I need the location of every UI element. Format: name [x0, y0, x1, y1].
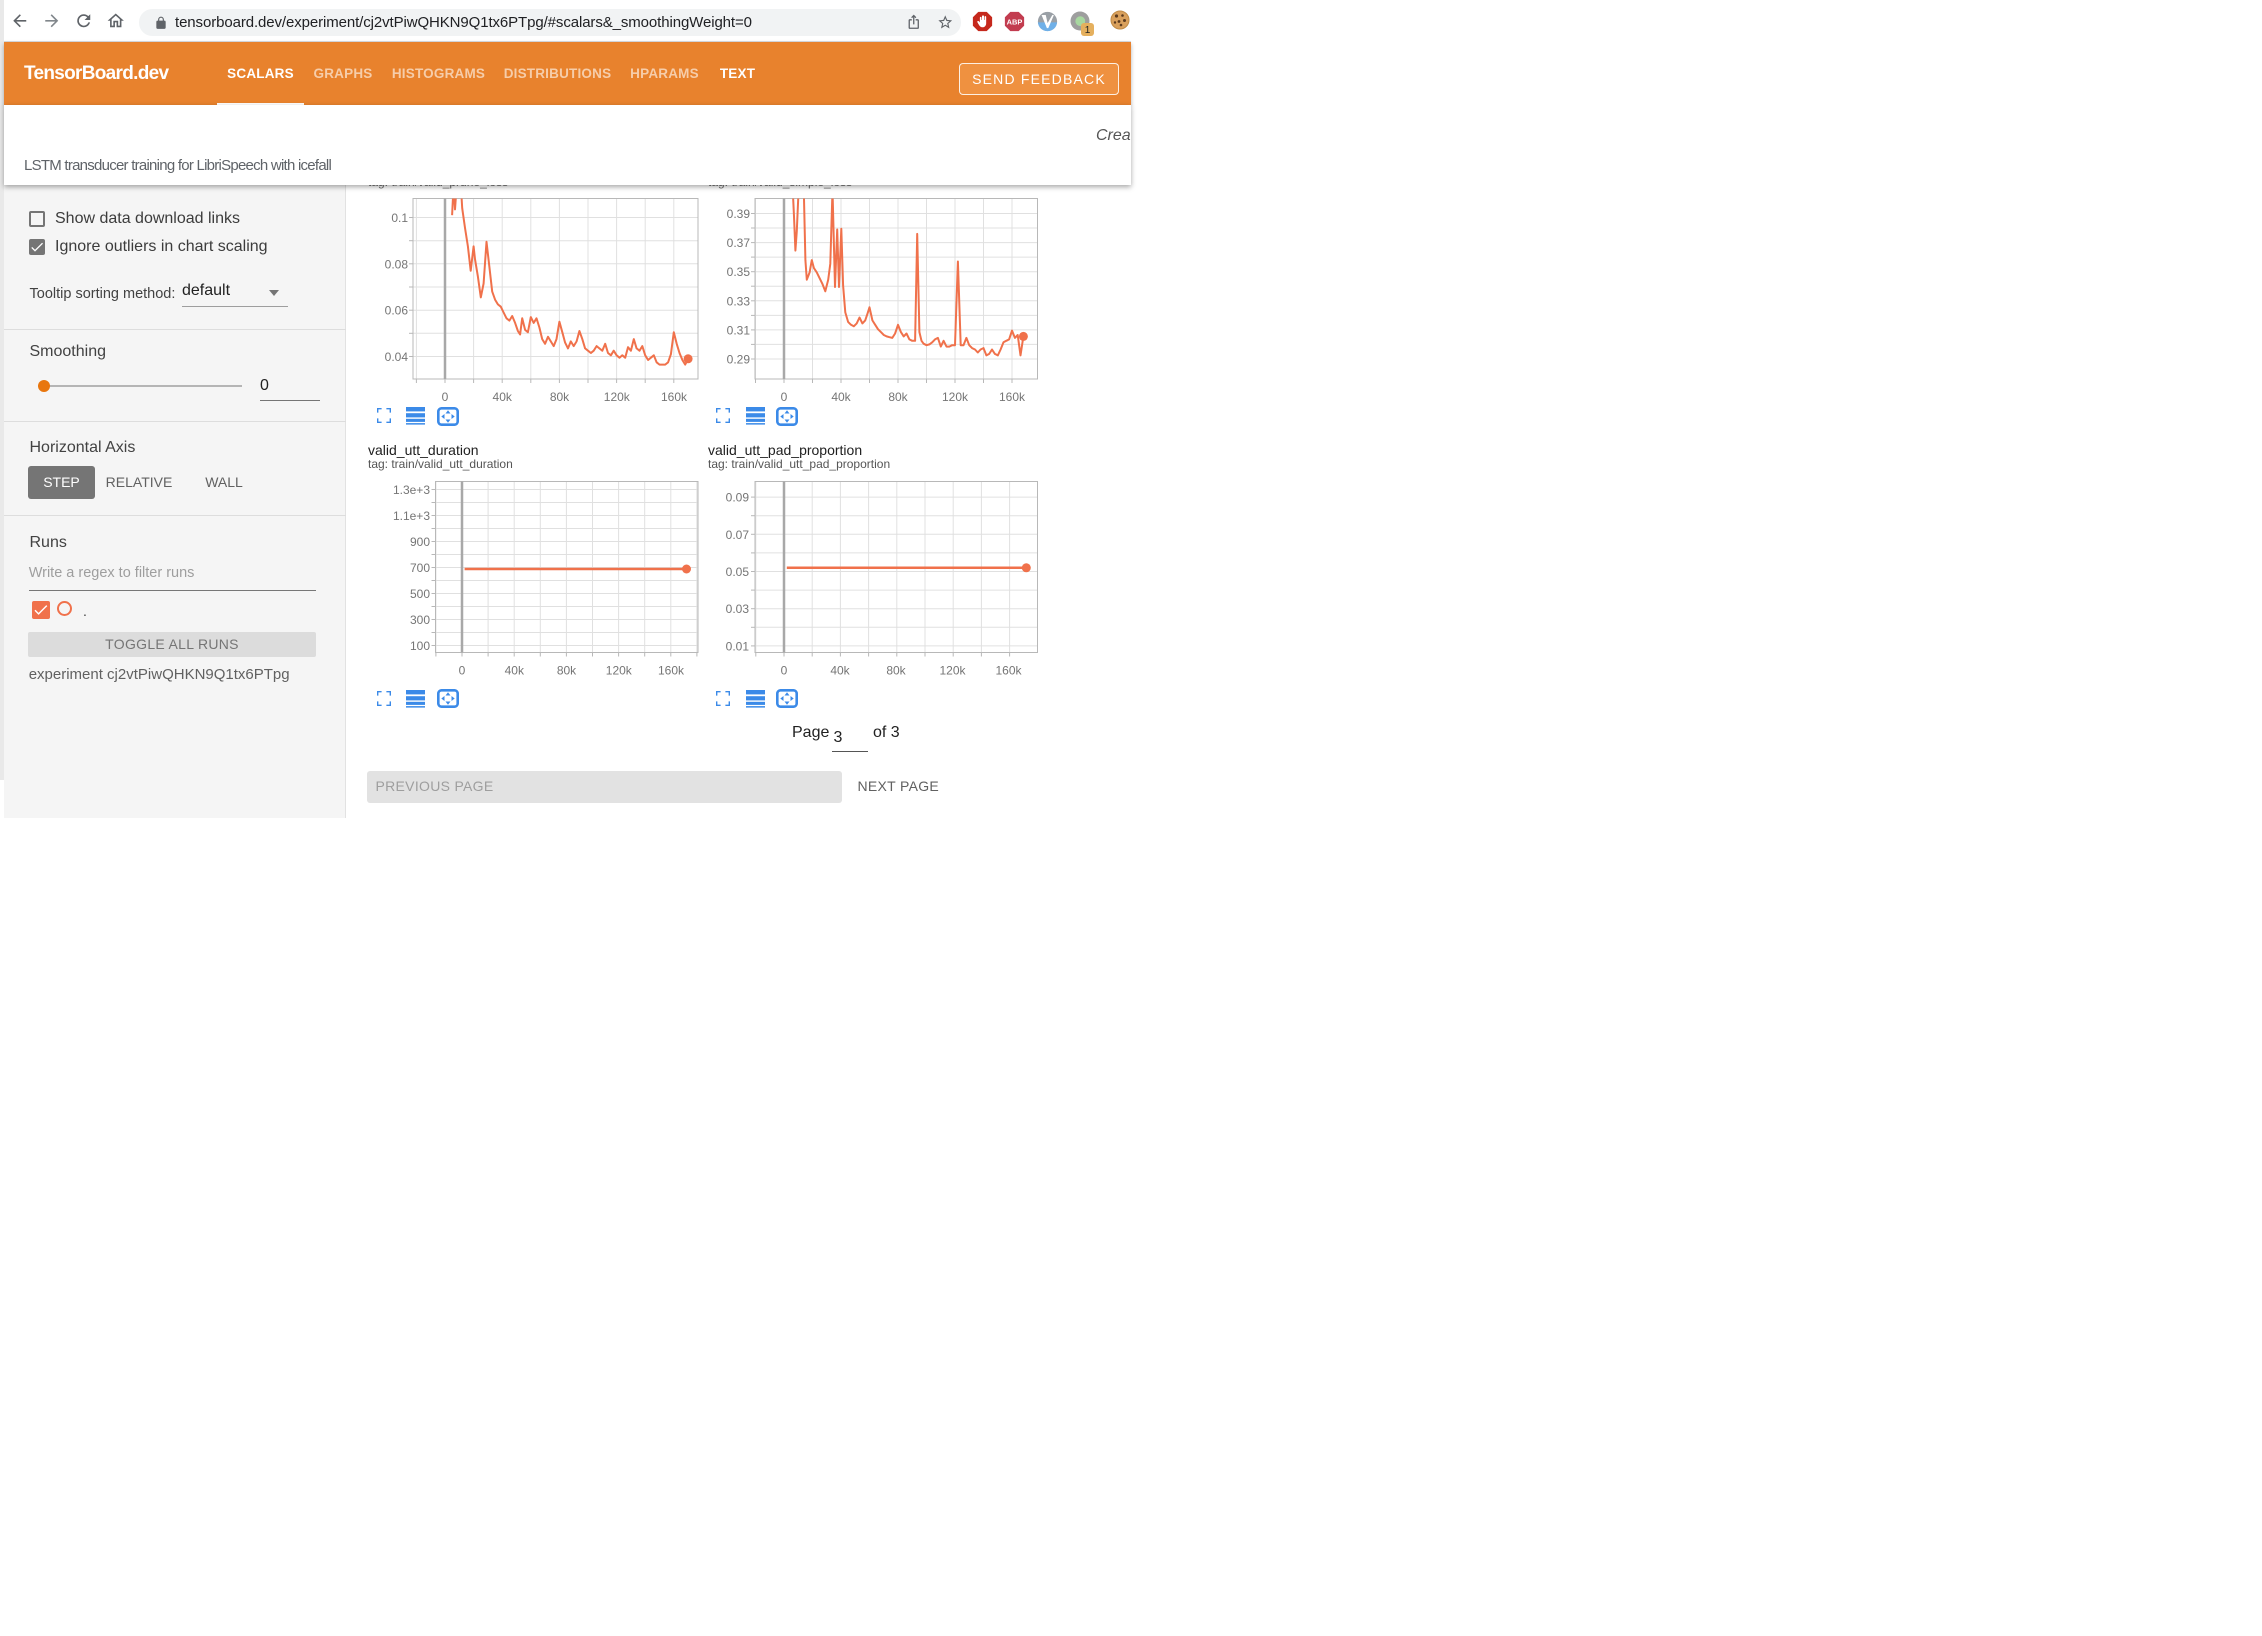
- svg-text:0.03: 0.03: [726, 602, 750, 616]
- svg-text:1.1e+3: 1.1e+3: [393, 509, 430, 523]
- svg-text:0.35: 0.35: [727, 265, 751, 279]
- svg-text:120k: 120k: [942, 390, 969, 404]
- svg-text:100: 100: [410, 639, 430, 653]
- svg-text:160k: 160k: [658, 664, 685, 678]
- svg-text:0.29: 0.29: [727, 353, 751, 367]
- svg-text:160k: 160k: [661, 390, 688, 404]
- svg-text:80k: 80k: [886, 664, 906, 678]
- svg-text:0.08: 0.08: [385, 257, 409, 271]
- svg-text:0: 0: [781, 664, 788, 678]
- svg-text:0.31: 0.31: [727, 323, 751, 337]
- svg-text:120k: 120k: [606, 664, 633, 678]
- svg-text:500: 500: [410, 587, 430, 601]
- svg-text:300: 300: [410, 613, 430, 627]
- svg-text:0.07: 0.07: [726, 528, 750, 542]
- svg-text:0.06: 0.06: [385, 304, 409, 318]
- svg-text:0.39: 0.39: [727, 207, 751, 221]
- svg-text:160k: 160k: [999, 390, 1026, 404]
- svg-text:120k: 120k: [604, 390, 631, 404]
- svg-text:0.09: 0.09: [726, 491, 750, 505]
- svg-text:160k: 160k: [995, 664, 1022, 678]
- svg-text:40k: 40k: [831, 390, 851, 404]
- svg-text:40k: 40k: [830, 664, 850, 678]
- svg-text:80k: 80k: [550, 390, 570, 404]
- svg-text:80k: 80k: [888, 390, 908, 404]
- svg-text:0.01: 0.01: [726, 639, 750, 653]
- svg-text:80k: 80k: [557, 664, 577, 678]
- svg-text:120k: 120k: [939, 664, 966, 678]
- svg-text:0: 0: [781, 390, 788, 404]
- svg-text:0.05: 0.05: [726, 565, 750, 579]
- svg-text:0.04: 0.04: [385, 350, 409, 364]
- svg-text:700: 700: [410, 561, 430, 575]
- svg-text:0.1: 0.1: [391, 211, 408, 225]
- svg-text:40k: 40k: [493, 390, 513, 404]
- svg-text:0: 0: [459, 664, 466, 678]
- svg-text:0.37: 0.37: [727, 236, 751, 250]
- svg-text:0.33: 0.33: [727, 294, 751, 308]
- svg-text:40k: 40k: [505, 664, 525, 678]
- svg-text:900: 900: [410, 535, 430, 549]
- svg-text:1.3e+3: 1.3e+3: [393, 483, 430, 497]
- svg-text:0: 0: [442, 390, 449, 404]
